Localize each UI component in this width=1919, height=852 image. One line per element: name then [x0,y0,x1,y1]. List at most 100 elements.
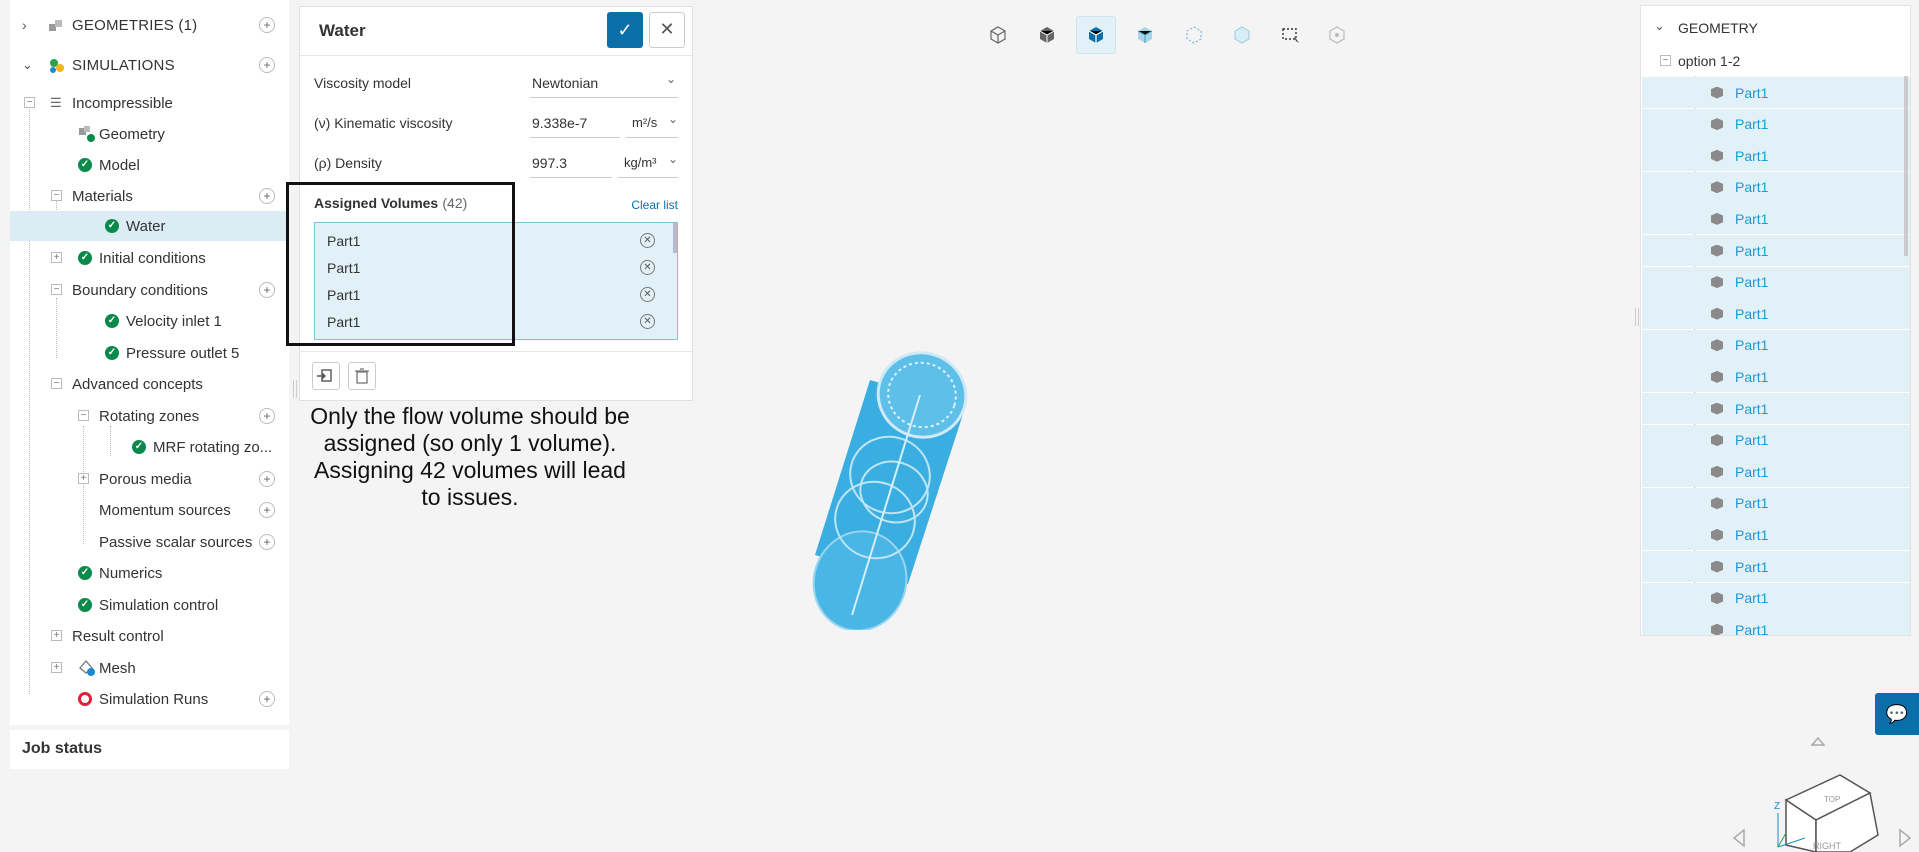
tree-item-velocity-inlet[interactable]: ✓ Velocity inlet 1 [10,306,289,336]
scene-settings-button[interactable] [1317,16,1357,54]
collapse-icon[interactable]: − [51,378,62,389]
part-cube-icon [1711,86,1723,99]
add-porous-media-button[interactable]: + [259,471,275,487]
simulations-header[interactable]: ⌄ SIMULATIONS + [10,50,289,80]
geometry-root-item[interactable]: − option 1-2 [1642,44,1910,77]
part-item[interactable]: Part1 [1642,108,1910,140]
check-icon: ✓ [105,219,119,233]
tree-item-incompressible[interactable]: − ☰ Incompressible [10,88,289,118]
add-rotating-zone-button[interactable]: + [259,408,275,424]
tree-item-water[interactable]: ✓ Water [10,211,289,241]
tree-item-model[interactable]: ✓ Model [10,150,289,180]
viscosity-model-select[interactable]: Newtonian ⌄ [530,69,678,98]
scrollbar[interactable] [673,223,677,253]
part-item[interactable]: Part1 [1642,203,1910,235]
tree-item-simulation-control[interactable]: ✓ Simulation control [10,590,289,620]
remove-icon[interactable]: ✕ [640,287,655,302]
close-button[interactable]: ✕ [649,12,685,48]
tree-item-momentum-sources[interactable]: Momentum sources + [10,495,289,525]
part-item[interactable]: Part1 [1642,266,1910,298]
part-label: Part1 [1735,274,1769,291]
part-item[interactable]: Part1 [1642,77,1910,108]
remove-icon[interactable]: ✕ [640,260,655,275]
chevron-down-icon[interactable]: ⌄ [1654,18,1665,34]
box-select-button[interactable] [1271,16,1311,54]
collapse-icon[interactable]: − [51,284,62,295]
chevron-right-icon[interactable]: › [22,17,27,33]
collapse-icon[interactable]: − [1660,55,1671,66]
part-item[interactable]: Part1 [1642,614,1910,635]
tree-item-initial-conditions[interactable]: + ✓ Initial conditions [10,243,289,273]
expand-icon[interactable]: + [51,630,62,641]
part-item[interactable]: Part1 [1642,456,1910,488]
part-item[interactable]: Part1 [1642,298,1910,330]
part-item[interactable]: Part1 [1642,424,1910,456]
expand-icon[interactable]: + [51,252,62,263]
tree-item-numerics[interactable]: ✓ Numerics [10,558,289,588]
expand-icon[interactable]: + [51,662,62,673]
tree-item-materials[interactable]: − Materials + [10,181,289,211]
view-cube[interactable]: TOP RIGHT Z [1730,735,1915,852]
confirm-button[interactable]: ✓ [607,12,643,48]
add-passive-scalar-source-button[interactable]: + [259,534,275,550]
view-points-button[interactable] [1174,16,1214,54]
tree-item-mesh[interactable]: + Mesh [10,653,289,683]
part-item[interactable]: Part1 [1642,235,1910,266]
add-material-button[interactable]: + [259,188,275,204]
kinematic-viscosity-input[interactable]: 9.338e-7 [530,109,620,138]
remove-icon[interactable]: ✕ [640,314,655,329]
add-simulation-button[interactable]: + [259,57,275,73]
part-label: Part1 [1735,463,1769,480]
part-item[interactable]: Part1 [1642,361,1910,393]
clear-list-link[interactable]: Clear list [631,198,678,212]
tree-item-result-control[interactable]: + Result control [10,621,289,651]
tree-item-mrf-rotating-zone[interactable]: ✓ MRF rotating zo... [10,432,289,462]
chevron-down-icon[interactable]: ⌄ [22,57,33,73]
kinematic-unit-select[interactable]: m²/s ⌄ [626,109,678,138]
collapse-icon[interactable]: − [24,97,35,108]
collapse-icon[interactable]: − [78,410,89,421]
view-solid-button[interactable] [1027,16,1067,54]
tree-item-advanced-concepts[interactable]: − Advanced concepts [10,369,289,399]
panel-resize-handle[interactable] [1635,308,1639,326]
scrollbar[interactable] [1904,76,1908,256]
tree-item-geometry[interactable]: Geometry [10,119,289,149]
tree-item-simulation-runs[interactable]: Simulation Runs + [10,684,289,714]
view-wireframe-button[interactable] [1222,16,1262,54]
tree-item-porous-media[interactable]: + Porous media + [10,464,289,494]
tree-item-boundary-conditions[interactable]: − Boundary conditions + [10,275,289,305]
tree-item-pressure-outlet[interactable]: ✓ Pressure outlet 5 [10,338,289,368]
job-status-panel[interactable]: Job status [10,730,289,769]
part-item[interactable]: Part1 [1642,171,1910,203]
view-perspective-button[interactable] [978,16,1018,54]
view-transparent-button[interactable] [1125,16,1165,54]
delete-button[interactable] [348,362,376,390]
density-input[interactable]: 997.3 [530,149,612,178]
collapse-icon[interactable]: − [51,190,62,201]
tree-item-label: Passive scalar sources [99,533,253,551]
tree-item-rotating-zones[interactable]: − Rotating zones + [10,401,289,431]
part-label: Part1 [1735,210,1769,227]
part-item[interactable]: Part1 [1642,487,1910,519]
add-boundary-condition-button[interactable]: + [259,282,275,298]
density-unit-select[interactable]: kg/m³ ⌄ [618,149,678,178]
part-item[interactable]: Part1 [1642,393,1910,424]
part-item[interactable]: Part1 [1642,519,1910,551]
tree-item-label: Numerics [99,564,163,582]
geometries-header[interactable]: › GEOMETRIES (1) + [10,10,289,40]
part-item[interactable]: Part1 [1642,140,1910,172]
view-solid-edges-button[interactable] [1076,16,1116,54]
part-item[interactable]: Part1 [1642,329,1910,361]
part-item[interactable]: Part1 [1642,551,1910,582]
add-geometry-button[interactable]: + [259,17,275,33]
panel-resize-handle[interactable] [293,380,297,398]
add-momentum-source-button[interactable]: + [259,502,275,518]
add-simulation-run-button[interactable]: + [259,691,275,707]
chat-button[interactable]: 💬 [1875,693,1919,735]
assign-selection-button[interactable] [312,362,340,390]
expand-icon[interactable]: + [78,473,89,484]
part-item[interactable]: Part1 [1642,582,1910,614]
remove-icon[interactable]: ✕ [640,233,655,248]
geometry-3d-view[interactable] [800,350,990,630]
tree-item-passive-scalar-sources[interactable]: Passive scalar sources + [10,527,289,557]
